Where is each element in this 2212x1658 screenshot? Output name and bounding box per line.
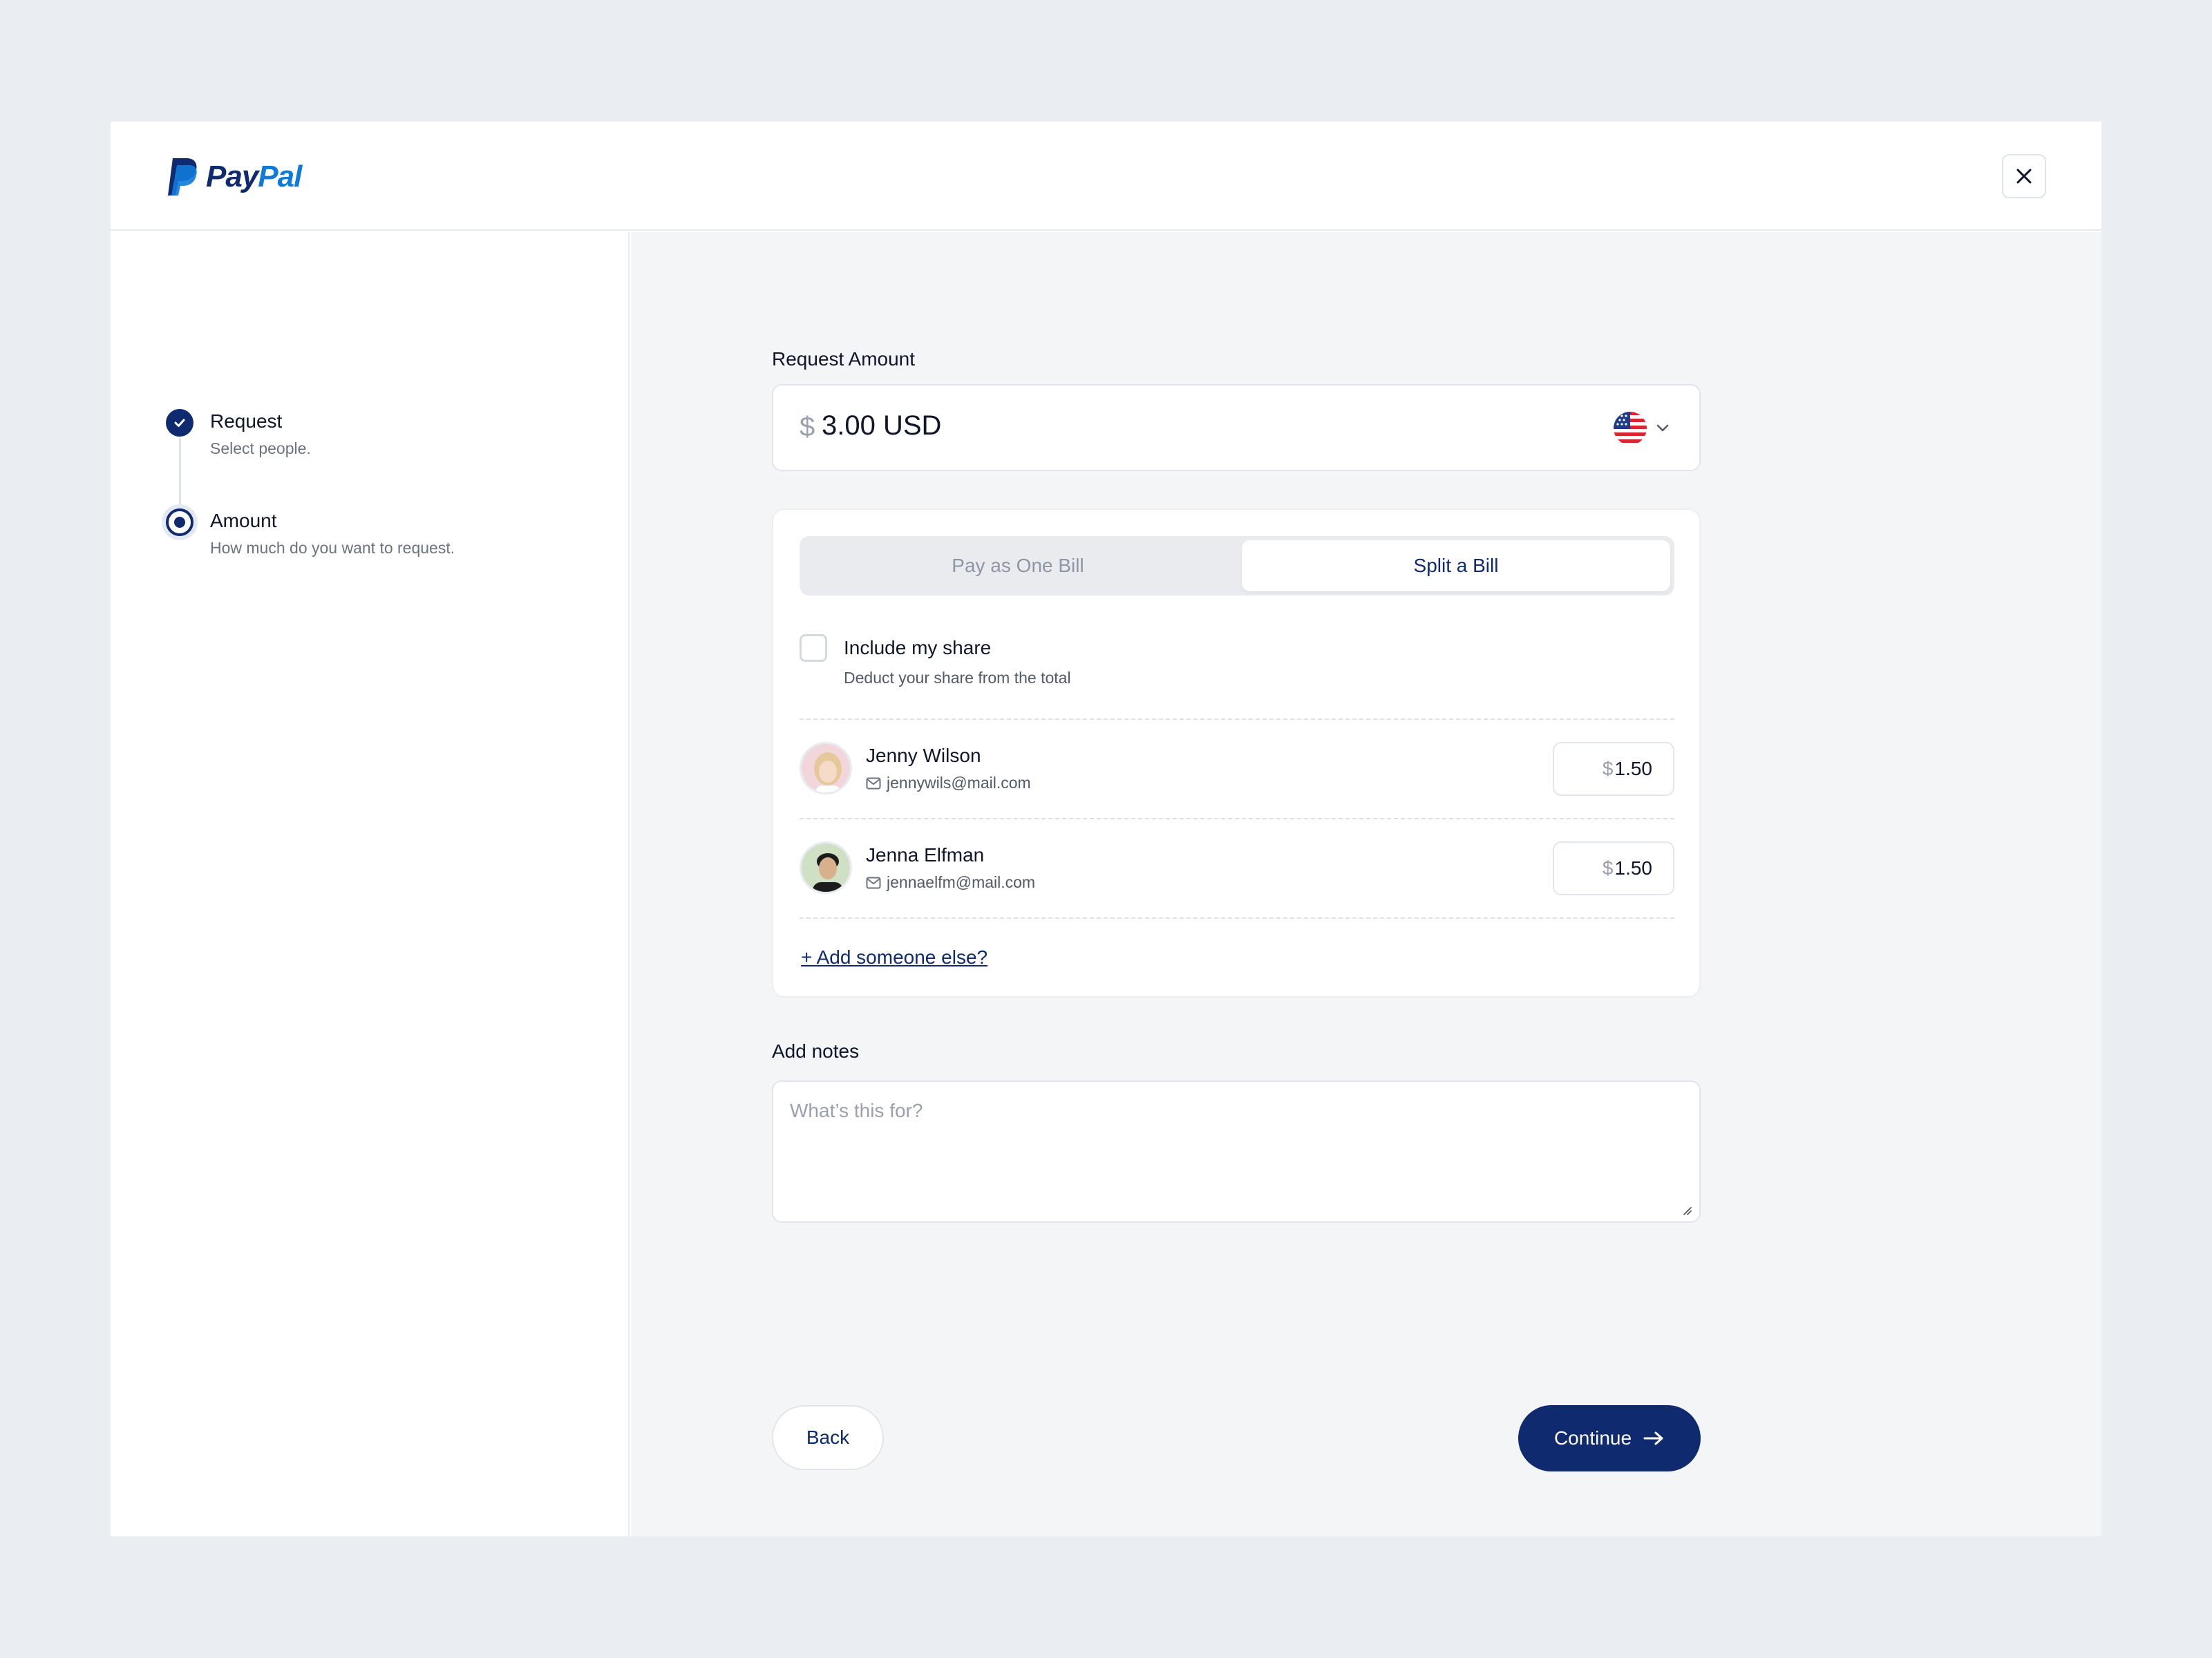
- step-connector: [179, 438, 181, 504]
- paypal-logo: PayPal: [166, 156, 302, 198]
- avatar: [800, 742, 852, 794]
- avatar: [800, 841, 852, 894]
- include-share-checkbox[interactable]: [800, 634, 827, 662]
- amount-value[interactable]: 3.00 USD: [822, 410, 941, 441]
- arrow-right-icon: [1643, 1431, 1663, 1445]
- check-icon: [174, 419, 185, 427]
- continue-button[interactable]: Continue: [1518, 1405, 1701, 1471]
- step-subtitle: Select people.: [210, 439, 311, 457]
- notes-textarea[interactable]: What’s this for?: [772, 1080, 1701, 1223]
- top-bar: PayPal: [111, 122, 2101, 231]
- currency-symbol: $: [1602, 857, 1614, 879]
- mail-icon: [866, 777, 881, 789]
- paypal-wordmark: PayPal: [206, 160, 302, 193]
- back-button[interactable]: Back: [772, 1405, 884, 1470]
- tab-pay-as-one-bill[interactable]: Pay as One Bill: [804, 540, 1232, 591]
- person-email-text: jennywils@mail.com: [887, 774, 1031, 792]
- resize-handle-icon[interactable]: [1681, 1205, 1692, 1216]
- person-amount-input[interactable]: $ 1.50: [1553, 742, 1674, 796]
- step-title: Amount: [210, 510, 277, 531]
- person-email: jennywils@mail.com: [866, 774, 1031, 792]
- person-amount-value: 1.50: [1614, 857, 1653, 879]
- request-amount-label: Request Amount: [772, 348, 916, 370]
- split-card: Pay as One Bill Split a Bill Include my …: [772, 508, 1701, 998]
- person-name: Jenna Elfman: [866, 844, 985, 866]
- include-share-title: Include my share: [844, 637, 992, 658]
- add-someone-link[interactable]: + Add someone else?: [801, 946, 987, 969]
- mail-icon: [866, 877, 881, 888]
- amount-input[interactable]: $ 3.00 USD: [772, 384, 1701, 471]
- add-notes-label: Add notes: [772, 1040, 860, 1062]
- bill-mode-toggle: Pay as One Bill Split a Bill: [800, 536, 1674, 595]
- notes-placeholder: What’s this for?: [790, 1100, 923, 1121]
- close-icon: [2016, 169, 2032, 184]
- currency-symbol: $: [800, 412, 815, 442]
- include-share-subtitle: Deduct your share from the total: [844, 669, 1071, 687]
- step-title: Request: [210, 410, 283, 432]
- person-name: Jenny Wilson: [866, 745, 981, 766]
- person-amount-input[interactable]: $ 1.50: [1553, 841, 1674, 895]
- steps-sidebar: Request Select people. Amount How much d…: [111, 232, 630, 1536]
- person-amount-value: 1.50: [1614, 758, 1653, 779]
- continue-label: Continue: [1553, 1427, 1632, 1449]
- main-panel: Request Amount $ 3.00 USD Pay as One Bil…: [631, 232, 2101, 1536]
- divider: [800, 917, 1674, 919]
- close-button[interactable]: [2002, 154, 2046, 198]
- request-money-window: PayPal Request Select people. Amount How…: [111, 122, 2101, 1536]
- person-email: jennaelfm@mail.com: [866, 873, 1035, 892]
- step-subtitle: How much do you want to request.: [210, 539, 455, 557]
- chevron-down-icon[interactable]: [1655, 420, 1670, 435]
- us-flag-icon[interactable]: [1614, 412, 1647, 445]
- list-item: Jenna Elfman jennaelfm@mail.com $ 1.50: [800, 833, 1674, 902]
- list-item: Jenny Wilson jennywils@mail.com $ 1.50: [800, 734, 1674, 803]
- paypal-mark-icon: [168, 158, 197, 196]
- currency-symbol: $: [1602, 758, 1614, 779]
- divider: [800, 818, 1674, 819]
- tab-split-a-bill[interactable]: Split a Bill: [1242, 540, 1670, 591]
- divider: [800, 718, 1674, 720]
- step-done-icon: [166, 409, 193, 437]
- step-active-icon: [166, 508, 193, 536]
- person-email-text: jennaelfm@mail.com: [887, 873, 1036, 891]
